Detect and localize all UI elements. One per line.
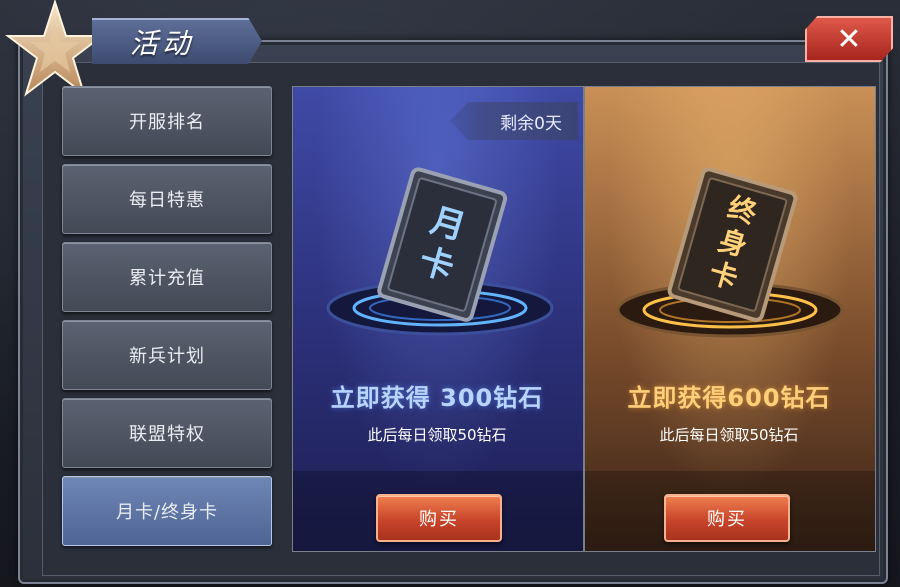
sidebar-item-alliance-privilege[interactable]: 联盟特权 — [62, 398, 272, 468]
lifetime-card-icon: 终 身 卡 — [616, 167, 844, 338]
close-button[interactable]: ✕ — [805, 16, 893, 62]
lifetime-subline: 此后每日领取50钻石 — [659, 426, 799, 444]
sidebar-item-label: 每日特惠 — [129, 190, 205, 211]
remaining-days-badge: 剩余0天 — [450, 102, 578, 140]
window-title: 活动 — [130, 27, 195, 60]
sidebar-item-label: 新兵计划 — [129, 346, 205, 367]
buy-lifetime-button[interactable]: 购买 — [664, 494, 790, 542]
sidebar-item-daily-deals[interactable]: 每日特惠 — [62, 164, 272, 234]
buy-monthly-button[interactable]: 购买 — [376, 494, 502, 542]
sidebar-item-monthly-lifetime-card[interactable]: 月卡/终身卡 — [62, 476, 272, 546]
monthly-headline: 立即获得 300钻石 — [330, 384, 544, 412]
sidebar-item-label: 月卡/终身卡 — [115, 502, 219, 523]
sidebar-item-recruit-plan[interactable]: 新兵计划 — [62, 320, 272, 390]
sidebar-item-label: 联盟特权 — [129, 424, 205, 445]
sidebar-item-server-ranking[interactable]: 开服排名 — [62, 86, 272, 156]
sidebar-item-cumulative-recharge[interactable]: 累计充值 — [62, 242, 272, 312]
sidebar-item-label: 累计充值 — [129, 268, 205, 289]
lifetime-headline: 立即获得600钻石 — [627, 384, 831, 412]
monthly-card-icon: 月 卡 — [326, 167, 554, 336]
sidebar-item-label: 开服排名 — [129, 112, 205, 133]
monthly-subline: 此后每日领取50钻石 — [367, 426, 507, 444]
